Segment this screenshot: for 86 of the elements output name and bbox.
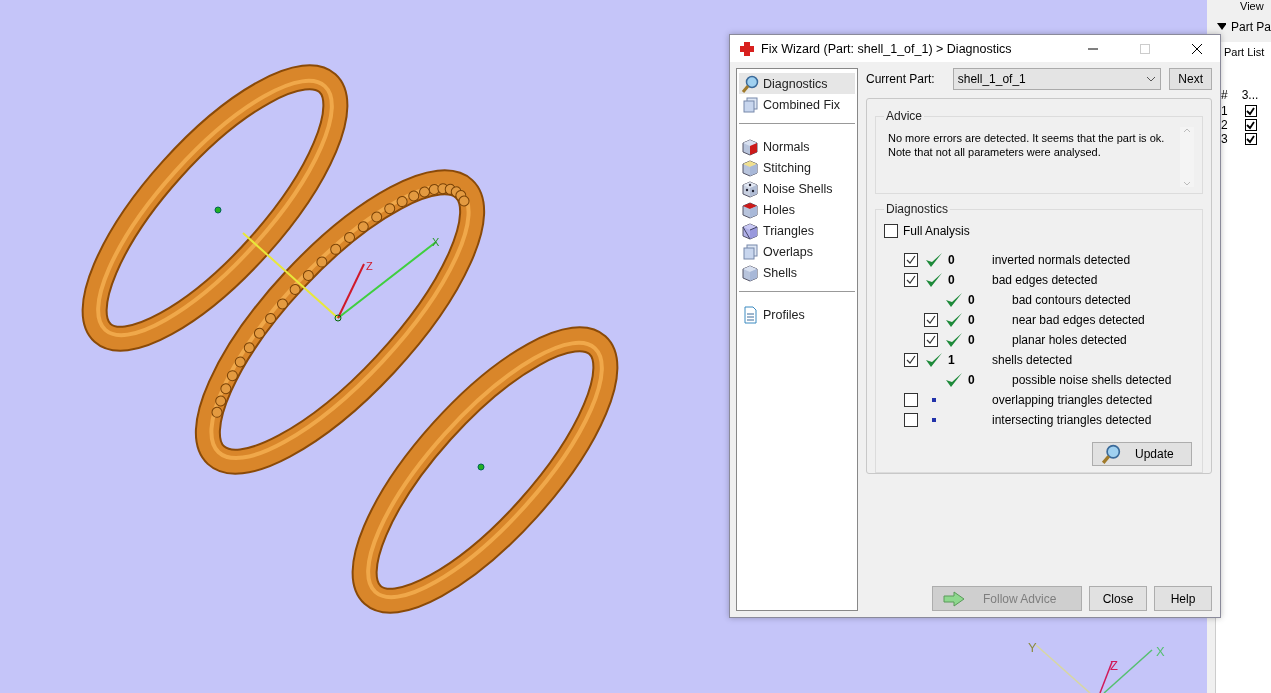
checkbox[interactable] xyxy=(904,273,918,287)
checkbox[interactable] xyxy=(1244,133,1257,145)
magnifier-icon xyxy=(1101,444,1121,464)
diagnostic-label: bad edges detected xyxy=(992,273,1098,287)
checkbox-label: Full Analysis xyxy=(903,224,970,238)
checkbox[interactable] xyxy=(924,313,938,327)
diagnostic-label: overlapping triangles detected xyxy=(992,393,1153,407)
dialog-button[interactable]: Help xyxy=(1154,586,1212,611)
field-label: Current Part: xyxy=(866,72,935,86)
nav-item[interactable]: Holes xyxy=(739,199,855,220)
nav-item[interactable]: Noise Shells xyxy=(739,178,855,199)
cube-icon xyxy=(741,179,759,198)
group-title: Diagnostics xyxy=(885,202,950,216)
count: 0 xyxy=(968,333,975,347)
count: 0 xyxy=(968,313,975,327)
collapse-arrow-icon[interactable] xyxy=(1217,23,1226,31)
diagnostic-label: possible noise shells detected xyxy=(1012,373,1172,387)
check-icon xyxy=(945,331,963,349)
tab[interactable]: Part List xyxy=(1223,42,1266,62)
diagnostic-label: planar holes detected xyxy=(1012,333,1127,347)
count: 1 xyxy=(948,353,955,367)
checkbox[interactable] xyxy=(904,393,918,407)
pivot-icon xyxy=(477,463,485,471)
document-icon xyxy=(741,305,759,324)
check-icon xyxy=(925,251,943,269)
window-title: Fix Wizard (Part: shell_1_of_1) > Diagnostics xyxy=(761,41,1013,56)
magnifier-icon xyxy=(741,74,759,93)
cross-icon xyxy=(739,40,755,57)
nav-item[interactable]: Diagnostics xyxy=(739,73,855,94)
diagnostic-label: bad contours detected xyxy=(1012,293,1131,307)
axis-label: X xyxy=(432,236,440,248)
cube-icon xyxy=(741,158,759,177)
check-icon xyxy=(945,291,963,309)
axis-label: Z xyxy=(1110,658,1118,673)
nav-item[interactable]: Triangles xyxy=(739,220,855,241)
cube-icon xyxy=(741,221,759,240)
nav-item[interactable]: Profiles xyxy=(739,304,855,325)
diagnostic-label: intersecting triangles detected xyxy=(992,413,1152,427)
table-cell: 2 xyxy=(1221,118,1228,132)
axis-label: Y xyxy=(1028,640,1037,655)
section-title: Part Pa xyxy=(1230,20,1271,34)
checkbox[interactable] xyxy=(1244,105,1257,117)
checkbox[interactable] xyxy=(1244,119,1257,131)
checkbox[interactable] xyxy=(904,253,918,267)
diagnostic-label: shells detected xyxy=(992,353,1073,367)
checkbox[interactable] xyxy=(904,413,918,427)
check-icon xyxy=(925,271,943,289)
chevron-down-icon xyxy=(1146,76,1157,82)
cube-icon xyxy=(741,263,759,282)
next-button[interactable]: Next xyxy=(1169,68,1212,90)
pivot-icon xyxy=(214,206,222,214)
part-dropdown[interactable]: shell_1_of_1 xyxy=(952,68,1162,90)
checkbox[interactable] xyxy=(924,333,938,347)
column-header: # xyxy=(1221,88,1228,102)
check-icon xyxy=(925,351,943,369)
cube-icon xyxy=(741,242,759,261)
count: 0 xyxy=(948,273,955,287)
group-title: Advice xyxy=(885,109,924,123)
nav-item[interactable]: Overlaps xyxy=(739,241,855,262)
table-cell: 3 xyxy=(1221,132,1228,146)
axis-label: X xyxy=(1156,644,1165,659)
checkbox[interactable] xyxy=(904,353,918,367)
count: 0 xyxy=(968,293,975,307)
advice-text: No more errors are detected. It seems that the part is ok. Note that not all parameters were analysed. xyxy=(887,131,1166,160)
column-header: 3... xyxy=(1241,88,1259,102)
arrow-icon xyxy=(943,590,965,607)
check-icon xyxy=(945,311,963,329)
menu-item[interactable]: View xyxy=(1207,0,1271,14)
dialog-button[interactable]: Close xyxy=(1089,586,1147,611)
table-cell: 1 xyxy=(1221,104,1228,118)
diagnostic-label: near bad edges detected xyxy=(1012,313,1145,327)
count: 0 xyxy=(948,253,955,267)
nav-item[interactable]: Stitching xyxy=(739,157,855,178)
nav-item[interactable]: Shells xyxy=(739,262,855,283)
cube-icon xyxy=(741,200,759,219)
count: 0 xyxy=(968,373,975,387)
cube-icon xyxy=(741,137,759,156)
nav-item[interactable]: Normals xyxy=(739,136,855,157)
checkbox[interactable] xyxy=(884,224,898,238)
close-icon[interactable] xyxy=(1191,42,1203,55)
nav-item[interactable]: Combined Fix xyxy=(739,94,855,115)
diagnostic-label: inverted normals detected xyxy=(992,253,1131,267)
update-button[interactable]: Update xyxy=(1092,442,1192,466)
check-icon xyxy=(945,371,963,389)
cube-icon xyxy=(741,95,759,114)
axis-label: Z xyxy=(366,260,373,272)
